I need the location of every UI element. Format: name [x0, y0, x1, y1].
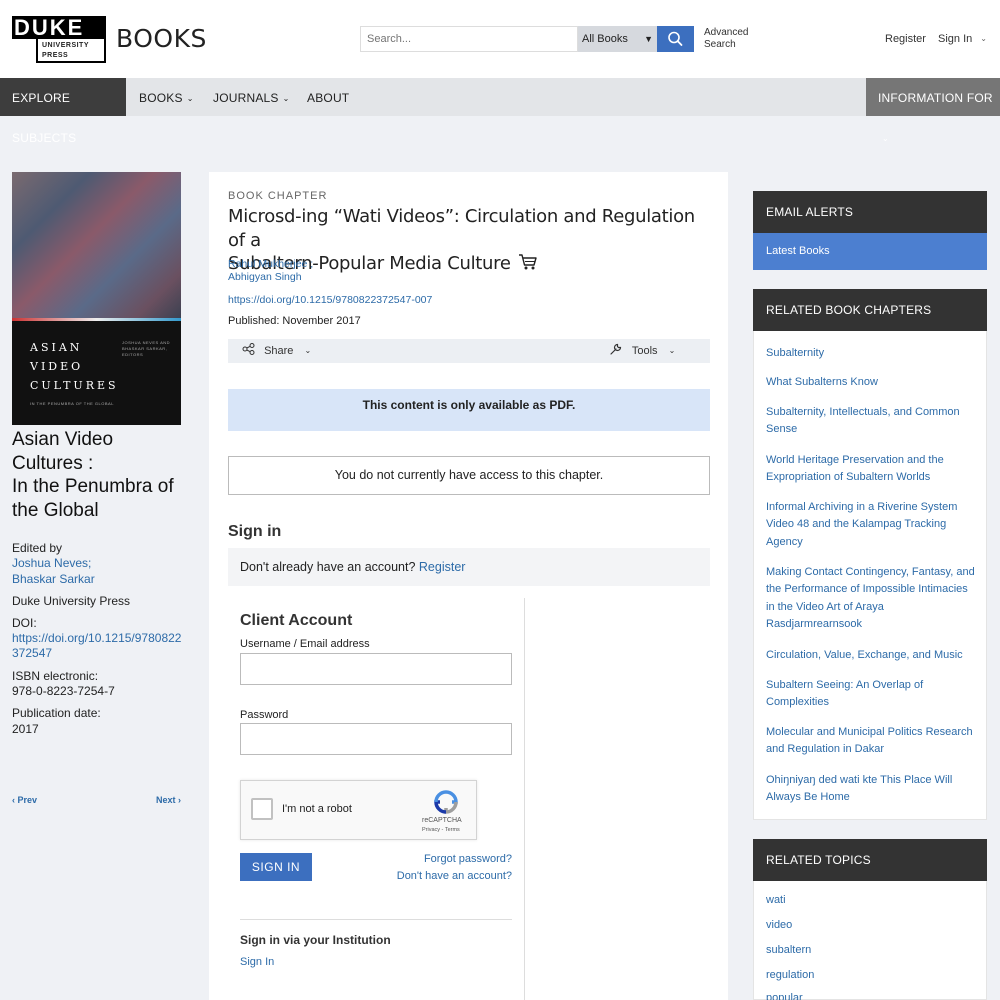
related-chapter-link[interactable]: Ohiŋniyaŋ ded wati kte This Place Will A…: [766, 772, 976, 807]
recaptcha-brand: reCAPTCHA: [422, 817, 462, 824]
chapter-doi-link[interactable]: https://doi.org/10.1215/9780822372547-00…: [228, 294, 432, 306]
related-chapter-link[interactable]: Molecular and Municipal Politics Researc…: [766, 724, 976, 759]
create-account-link[interactable]: Don't have an account?: [359, 870, 512, 882]
register-link[interactable]: Register: [419, 560, 466, 574]
share-icon: [242, 343, 255, 355]
book-title: Asian Video Cultures : In the Penumbra o…: [12, 429, 174, 521]
cover-subtitle: IN THE PENUMBRA OF THE GLOBAL: [30, 401, 114, 406]
wrench-icon: [610, 343, 622, 355]
cover-artwork: [12, 172, 181, 320]
related-chapter-link[interactable]: Circulation, Value, Exchange, and Music: [766, 647, 976, 664]
email-alerts-heading: EMAIL ALERTS: [753, 191, 987, 233]
forgot-password-link[interactable]: Forgot password?: [399, 853, 512, 865]
tools-button[interactable]: Tools ⌄: [609, 339, 675, 363]
author-link[interactable]: Rahul Mukherjee ;: [228, 258, 313, 270]
institution-signin-heading: Sign in via your Institution: [240, 933, 391, 947]
related-topics-panel: [753, 881, 987, 1000]
chevron-down-icon: ⌄: [882, 134, 889, 143]
register-link[interactable]: Register: [885, 33, 926, 45]
book-cover-image[interactable]: ASIAN VIDEO CULTURES JOSHUA NEVES AND BH…: [12, 172, 181, 425]
related-chapter-link[interactable]: Informal Archiving in a Riverine System …: [766, 499, 976, 551]
related-chapter-link[interactable]: Subaltern Seeing: An Overlap of Complexi…: [766, 677, 976, 712]
recaptcha-checkbox[interactable]: [251, 798, 273, 820]
search-icon: [668, 31, 683, 46]
chevron-down-icon: ▼: [644, 34, 653, 44]
share-button[interactable]: Share ⌄: [242, 339, 311, 363]
chevron-down-icon: ⌄: [304, 346, 312, 355]
chapter-main-panel: BOOK CHAPTER Microsd-ing “Wati Videos”: …: [209, 172, 728, 1000]
editor-link[interactable]: Joshua Neves;: [12, 556, 91, 570]
username-label: Username / Email address: [240, 638, 370, 650]
isbn-value: 978-0-8223-7254-7: [12, 684, 115, 698]
author-link[interactable]: Abhigyan Singh: [228, 271, 302, 283]
pubdate-value: 2017: [12, 722, 39, 736]
content-type-label: BOOK CHAPTER: [228, 190, 328, 202]
signin-heading: Sign in: [228, 523, 282, 540]
chevron-down-icon: ⌄: [186, 94, 194, 103]
recaptcha-widget: I'm not a robot reCAPTCHA Privacy - Term…: [240, 780, 477, 840]
topic-link[interactable]: regulation: [766, 969, 814, 981]
logo-wordmark: DUKE: [12, 16, 106, 39]
topic-link[interactable]: video: [766, 919, 792, 931]
pubdate-label: Publication date:: [12, 706, 101, 720]
nav-explore-subjects[interactable]: EXPLORE SUBJECTS: [0, 78, 126, 145]
chevron-down-icon: ⌄: [668, 346, 676, 355]
sign-in-button[interactable]: SIGN IN: [240, 853, 312, 881]
site-header: DUKE UNIVERSITY PRESS BOOKS All Books ▼ …: [0, 0, 1000, 78]
search-button[interactable]: [657, 26, 694, 52]
institution-signin-link[interactable]: Sign In: [240, 956, 274, 968]
topic-link[interactable]: wati: [766, 894, 786, 906]
main-nav: EXPLORE SUBJECTS BOOKS ⌄ JOURNALS ⌄ ABOUT …: [0, 78, 1000, 145]
section-title[interactable]: BOOKS: [116, 24, 207, 53]
search-scope-select[interactable]: All Books ▼: [578, 26, 657, 52]
chevron-down-icon: ⌄: [282, 94, 290, 103]
nav-about[interactable]: ABOUT: [307, 78, 349, 116]
related-topics-heading: RELATED TOPICS: [753, 839, 987, 881]
recaptcha-terms[interactable]: Privacy - Terms: [422, 827, 460, 833]
chevron-down-icon: ⌄: [980, 34, 987, 43]
book-doi-link[interactable]: https://doi.org/10.1215/9780822372547: [12, 631, 184, 661]
advanced-search-link[interactable]: Advanced Search: [704, 27, 748, 51]
article-toolbar: Share ⌄ Tools ⌄: [228, 339, 710, 363]
duke-press-logo[interactable]: DUKE UNIVERSITY PRESS: [12, 16, 106, 63]
publisher: Duke University Press: [12, 594, 131, 608]
prev-chapter-link[interactable]: ‹ Prev: [12, 795, 37, 805]
recaptcha-logo-icon: [434, 790, 458, 814]
related-chapters-heading: RELATED BOOK CHAPTERS: [753, 289, 987, 331]
related-chapter-link[interactable]: Subalternity, Intellectuals, and Common …: [766, 404, 976, 439]
no-access-notice: You do not currently have access to this…: [228, 456, 710, 495]
client-account-heading: Client Account: [240, 612, 353, 629]
related-chapter-link[interactable]: What Subalterns Know: [766, 374, 976, 391]
password-field[interactable]: [240, 723, 512, 755]
cart-icon[interactable]: [518, 253, 538, 271]
pdf-only-notice: This content is only available as PDF.: [228, 389, 710, 431]
related-chapter-link[interactable]: Making Contact Contingency, Fantasy, and…: [766, 564, 976, 634]
doi-label: DOI:: [12, 616, 37, 630]
next-chapter-link[interactable]: Next ›: [156, 795, 181, 805]
related-chapter-link[interactable]: Subalternity: [766, 345, 976, 362]
cover-title: ASIAN VIDEO CULTURES: [30, 341, 119, 392]
latest-books-link[interactable]: Latest Books: [753, 233, 987, 270]
related-chapter-link[interactable]: World Heritage Preservation and the Expr…: [766, 452, 976, 487]
nav-information-for[interactable]: INFORMATION FOR⌄: [866, 78, 1000, 143]
sign-in-menu[interactable]: Sign In ⌄: [938, 33, 987, 45]
edited-by-label: Edited by: [12, 541, 63, 555]
cover-editors: JOSHUA NEVES AND BHASKAR SARKAR, EDITORS: [122, 340, 171, 357]
isbn-label: ISBN electronic:: [12, 669, 99, 683]
no-account-prompt: Don't already have an account? Register: [228, 548, 710, 586]
password-label: Password: [240, 709, 289, 721]
logo-subtitle: UNIVERSITY PRESS: [36, 39, 106, 63]
editor-link[interactable]: Bhaskar Sarkar: [12, 572, 95, 586]
nav-books[interactable]: BOOKS ⌄: [139, 78, 194, 116]
search-input[interactable]: [360, 26, 578, 52]
nav-journals[interactable]: JOURNALS ⌄: [213, 78, 290, 116]
topic-link[interactable]: subaltern: [766, 944, 811, 956]
published-date: Published: November 2017: [228, 315, 361, 327]
recaptcha-label: I'm not a robot: [282, 803, 352, 815]
username-field[interactable]: [240, 653, 512, 685]
topic-link[interactable]: popular: [766, 992, 803, 1000]
